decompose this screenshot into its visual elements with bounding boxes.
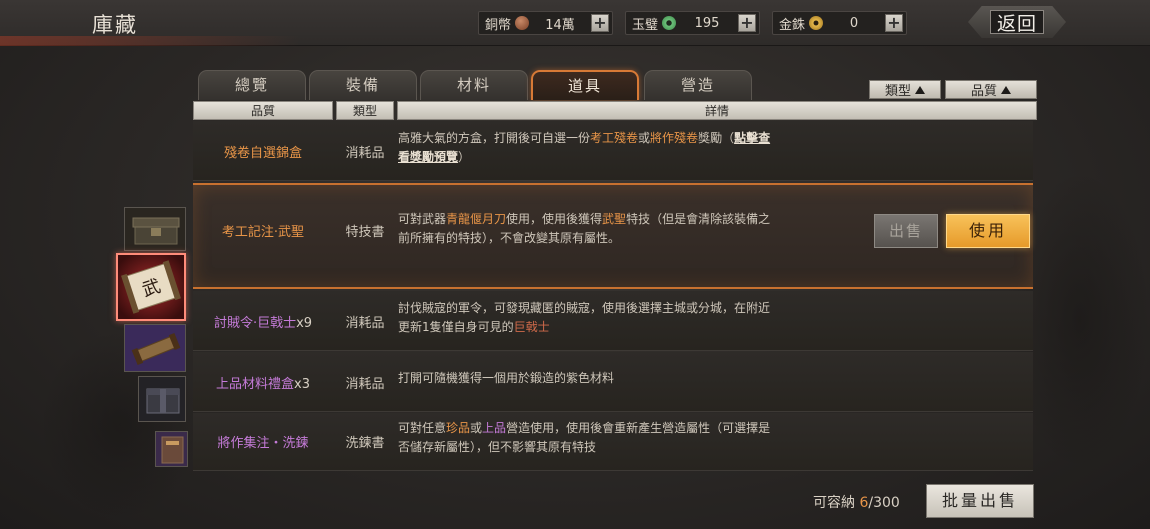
use-button[interactable]: 使用 bbox=[946, 214, 1030, 248]
desc-text: 或 bbox=[638, 131, 651, 145]
tab-materials[interactable]: 材料 bbox=[420, 70, 528, 100]
item-row-selected[interactable]: 考工記注·武聖 特技書 可對武器青龍偃月刀使用，使用後獲得武聖特技（但是會清除該… bbox=[193, 183, 1033, 289]
item-name: 考工記注·武聖 bbox=[221, 225, 305, 240]
item-list: 殘卷自選錦盒 消耗品 高雅大氣的方盒，打開後可自選一份考工殘卷或將作殘卷獎勵（點… bbox=[193, 121, 1037, 472]
gold-coin-icon bbox=[809, 16, 824, 30]
capacity-label: 可容納 bbox=[813, 495, 855, 511]
desc-text: 或 bbox=[470, 421, 483, 435]
item-row[interactable]: 討賊令·巨戟士x9 消耗品 討伐賊寇的軍令，可發現藏匿的賊寇，使用後選擇主城或分… bbox=[193, 291, 1033, 351]
item-type: 消耗品 bbox=[345, 377, 385, 392]
currency-copper: 銅幣 14萬 + bbox=[478, 11, 613, 35]
scroll-wu-icon: 武 bbox=[118, 255, 184, 319]
currency-jade: 玉璧 195 + bbox=[625, 11, 760, 35]
currency-label: 金銖 bbox=[779, 17, 806, 33]
desc-text: 可對武器 bbox=[398, 212, 447, 226]
desc-text: 討伐賊寇的軍令，可發現藏匿的賊寇，使用後選擇主城或分城，在附近更新1隻僅自身可見… bbox=[398, 301, 771, 334]
item-thumbnail-selected[interactable]: 武 bbox=[116, 253, 186, 321]
item-count: x9 bbox=[296, 316, 313, 331]
item-thumbnail[interactable] bbox=[124, 324, 186, 372]
item-type: 特技書 bbox=[345, 225, 385, 240]
item-row[interactable]: 殘卷自選錦盒 消耗品 高雅大氣的方盒，打開後可自選一份考工殘卷或將作殘卷獎勵（點… bbox=[193, 121, 1033, 181]
tab-items[interactable]: 道具 bbox=[531, 70, 639, 100]
add-gold-button[interactable]: + bbox=[885, 14, 903, 32]
currency-label: 玉璧 bbox=[632, 17, 659, 33]
item-thumbnail[interactable] bbox=[155, 431, 188, 467]
jade-coin-icon bbox=[662, 16, 677, 30]
sort-by-type-button[interactable]: 類型 bbox=[869, 80, 941, 99]
currency-value: 0 bbox=[849, 15, 859, 31]
desc-text: 可對任意 bbox=[398, 421, 447, 435]
tab-overview[interactable]: 總覽 bbox=[198, 70, 306, 100]
add-copper-button[interactable]: + bbox=[591, 14, 609, 32]
item-type: 消耗品 bbox=[345, 316, 385, 331]
chest-icon bbox=[125, 208, 185, 250]
back-button-label: 返回 bbox=[996, 12, 1037, 35]
sort-up-icon bbox=[915, 85, 925, 94]
item-description: 打開可隨機獲得一個用於鍛造的紫色材料 bbox=[398, 369, 778, 388]
desc-text: 使用，使用後獲得 bbox=[506, 212, 603, 226]
title-accent bbox=[0, 36, 300, 46]
gift-box-icon bbox=[139, 377, 185, 421]
capacity-total: /300 bbox=[868, 495, 900, 511]
top-bar: 庫藏 銅幣 14萬 + 玉璧 195 + 金銖 0 + 返回 bbox=[0, 0, 1150, 46]
purple-scroll-icon bbox=[125, 325, 185, 371]
item-description: 討伐賊寇的軍令，可發現藏匿的賊寇，使用後選擇主城或分城，在附近更新1隻僅自身可見… bbox=[398, 299, 778, 337]
item-name: 討賊令·巨戟士x9 bbox=[193, 312, 333, 331]
desc-highlight: 青龍偃月刀 bbox=[446, 212, 507, 226]
desc-highlight: 巨戟士 bbox=[513, 320, 550, 334]
column-header-quality: 品質 bbox=[193, 101, 333, 120]
tab-construction[interactable]: 營造 bbox=[644, 70, 752, 100]
item-description: 高雅大氣的方盒，打開後可自選一份考工殘卷或將作殘卷獎勵（點擊查看獎勵預覽） bbox=[398, 129, 778, 167]
desc-highlight: 武聖 bbox=[602, 212, 627, 226]
currency-value: 14萬 bbox=[545, 17, 575, 33]
item-name-text: 討賊令·巨戟士 bbox=[213, 316, 297, 331]
sort-by-quality-label: 品質 bbox=[970, 84, 997, 99]
currency-value: 195 bbox=[694, 15, 720, 31]
item-name: 將作集注・洗鍊 bbox=[217, 436, 309, 451]
desc-text: 打開可隨機獲得一個用於鍛造的紫色材料 bbox=[398, 371, 615, 385]
currency-gold: 金銖 0 + bbox=[772, 11, 907, 35]
desc-text: ） bbox=[458, 150, 471, 164]
desc-highlight: 上品 bbox=[482, 421, 507, 435]
desc-highlight: 珍品 bbox=[446, 421, 471, 435]
item-row[interactable]: 將作集注・洗鍊 洗鍊書 可對任意珍品或上品營造使用，使用後會重新產生營造屬性（可… bbox=[193, 413, 1033, 471]
item-name: 上品材料禮盒x3 bbox=[193, 373, 333, 392]
page-title: 庫藏 bbox=[92, 13, 138, 37]
desc-highlight: 考工殘卷 bbox=[590, 131, 639, 145]
desc-text: 高雅大氣的方盒，打開後可自選一份 bbox=[398, 131, 591, 145]
column-header-detail: 詳情 bbox=[397, 101, 1037, 120]
sell-button[interactable]: 出售 bbox=[874, 214, 938, 248]
sort-by-quality-button[interactable]: 品質 bbox=[945, 80, 1037, 99]
currency-label: 銅幣 bbox=[485, 17, 512, 33]
item-description: 可對武器青龍偃月刀使用，使用後獲得武聖特技（但是會清除該裝備之前所擁有的特技），… bbox=[398, 210, 778, 248]
desc-text: 獎勵（ bbox=[698, 131, 735, 145]
copper-coin-icon bbox=[515, 16, 530, 30]
desc-highlight: 將作殘卷 bbox=[650, 131, 699, 145]
book-icon bbox=[156, 432, 187, 466]
item-type: 消耗品 bbox=[345, 146, 385, 161]
column-header-type: 類型 bbox=[336, 101, 394, 120]
bulk-sell-button[interactable]: 批量出售 bbox=[926, 484, 1034, 518]
sort-by-type-label: 類型 bbox=[884, 84, 911, 99]
item-name-text: 上品材料禮盒 bbox=[216, 377, 295, 392]
item-name: 殘卷自選錦盒 bbox=[223, 146, 302, 161]
item-count: x3 bbox=[294, 377, 310, 392]
item-thumbnail[interactable] bbox=[124, 207, 186, 251]
add-jade-button[interactable]: + bbox=[738, 14, 756, 32]
tab-equipment[interactable]: 裝備 bbox=[309, 70, 417, 100]
capacity-indicator: 可容納 6/300 bbox=[813, 492, 900, 512]
sort-up-icon bbox=[1001, 85, 1011, 94]
item-type: 洗鍊書 bbox=[345, 436, 385, 451]
item-thumbnail[interactable] bbox=[138, 376, 186, 422]
item-row[interactable]: 上品材料禮盒x3 消耗品 打開可隨機獲得一個用於鍛造的紫色材料 bbox=[193, 352, 1033, 412]
back-button[interactable]: 返回 bbox=[968, 6, 1066, 38]
item-description: 可對任意珍品或上品營造使用，使用後會重新產生營造屬性（可選擇是否儲存新屬性），但… bbox=[398, 419, 778, 457]
